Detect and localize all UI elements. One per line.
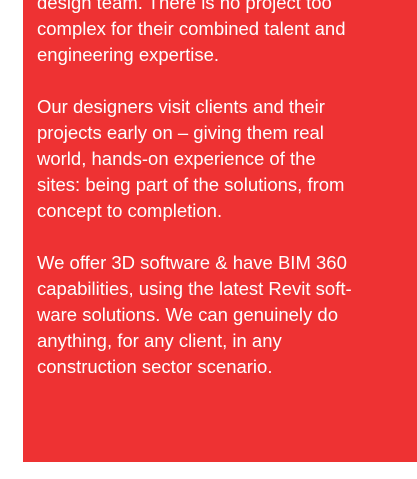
text-line: design team. There is no project too <box>37 0 332 13</box>
text-line: ware solutions. We can genuinely do <box>37 304 338 325</box>
paragraph-bim-capabilities: We offer 3D software & have BIM 360 capa… <box>37 250 417 380</box>
text-line: engineering expertise. <box>37 44 220 65</box>
text-line: Our designers visit clients and their <box>37 96 325 117</box>
paragraph-team-expertise: design team. There is no project too com… <box>37 0 417 68</box>
text-line: complex for their combined talent and <box>37 18 346 39</box>
text-line: anything, for any client, in any <box>37 330 282 351</box>
text-line: world, hands-on experience of the <box>37 148 316 169</box>
paragraph-site-visits: Our designers visit clients and their pr… <box>37 94 417 224</box>
body-copy: design team. There is no project too com… <box>37 0 417 406</box>
text-line: sites: being part of the solutions, from <box>37 174 345 195</box>
text-line: projects early on – giving them real <box>37 122 324 143</box>
text-line: construction sector scenario. <box>37 356 273 377</box>
text-line: We offer 3D software & have BIM 360 <box>37 252 347 273</box>
red-content-panel: design team. There is no project too com… <box>23 0 417 462</box>
text-line: capabilities, using the latest Revit sof… <box>37 278 352 299</box>
text-line: concept to completion. <box>37 200 223 221</box>
